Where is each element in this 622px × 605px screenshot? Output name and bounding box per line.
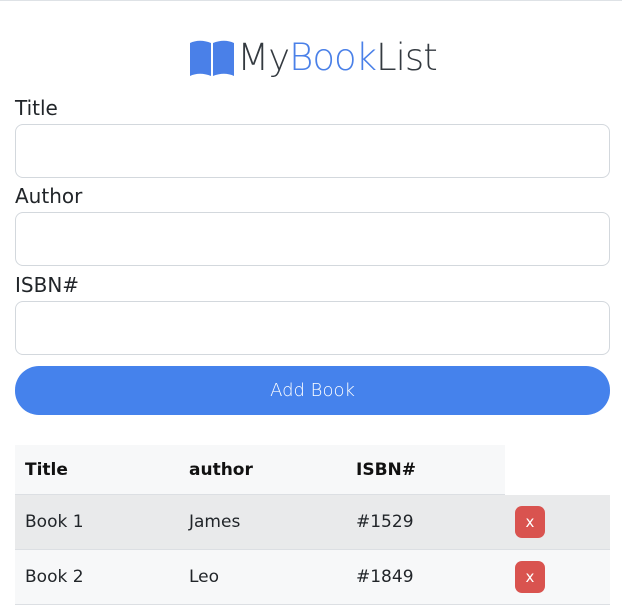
cell-author: Leo: [189, 567, 220, 587]
book-open-icon: [190, 40, 235, 76]
header-isbn: ISBN#: [356, 460, 416, 480]
table-header: Title author ISBN#: [15, 445, 505, 495]
cell-title: Book 2: [25, 567, 84, 587]
cell-author: James: [189, 512, 241, 532]
cell-isbn: #1529: [356, 512, 414, 532]
author-label: Author: [15, 184, 83, 208]
isbn-input[interactable]: [15, 301, 610, 355]
cell-isbn: #1849: [356, 567, 414, 587]
delete-button[interactable]: x: [515, 506, 545, 538]
header-author: author: [189, 460, 253, 480]
isbn-label: ISBN#: [15, 273, 80, 297]
app-logo: My Book List: [15, 36, 610, 80]
brand-word-book: Book: [289, 36, 377, 79]
title-input[interactable]: [15, 124, 610, 178]
author-input[interactable]: [15, 212, 610, 266]
delete-button[interactable]: x: [515, 561, 545, 593]
add-book-button[interactable]: Add Book: [15, 366, 610, 415]
title-label: Title: [15, 96, 58, 120]
top-divider: [0, 0, 622, 1]
header-title: Title: [25, 460, 68, 480]
brand-word-list: List: [376, 36, 438, 79]
brand-word-my: My: [237, 36, 290, 79]
table-row: Book 1 James #1529 x: [15, 495, 610, 550]
cell-title: Book 1: [25, 512, 84, 532]
table-row: Book 2 Leo #1849 x: [15, 550, 610, 605]
